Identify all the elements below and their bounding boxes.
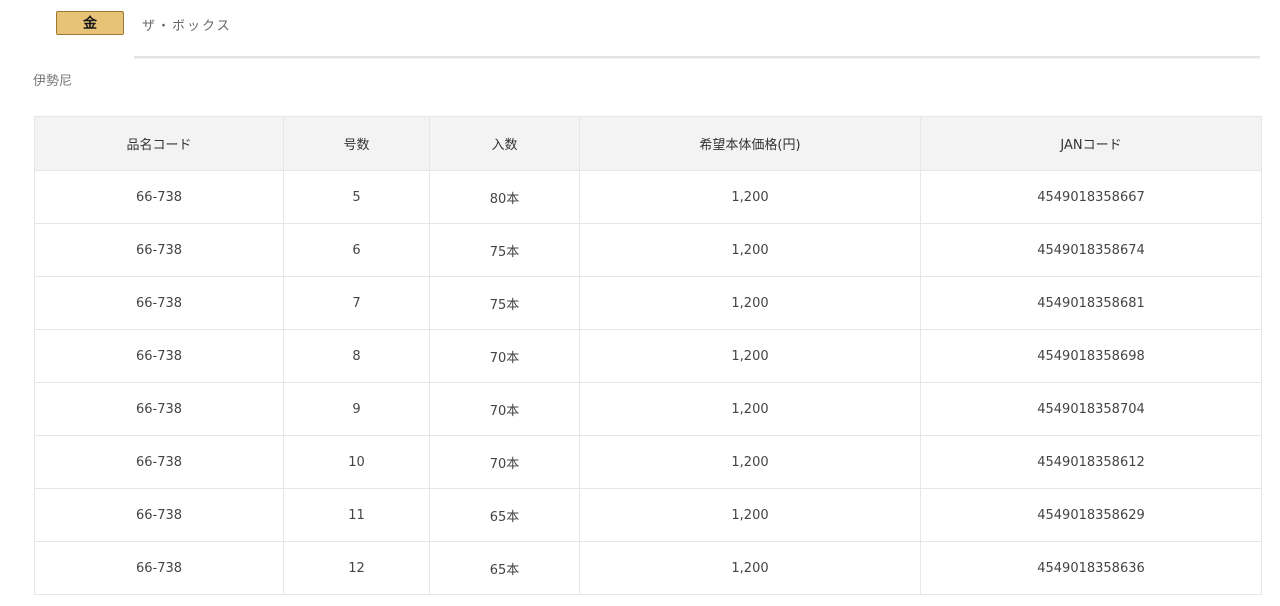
col-header-quantity: 入数 bbox=[429, 116, 580, 171]
cell-quantity: 70本 bbox=[429, 329, 580, 383]
table-row: 66-738 6 75本 1,200 4549018358674 bbox=[34, 223, 1262, 277]
product-name: ザ・ボックス bbox=[142, 19, 232, 34]
cell-jan-code: 4549018358667 bbox=[920, 170, 1262, 224]
product-spec-page: 金 ザ・ボックス 伊勢尼 品名コード 号数 入数 希望本体価格(円) JANコー… bbox=[0, 0, 1280, 606]
cell-jan-code: 4549018358681 bbox=[920, 276, 1262, 330]
cell-price: 1,200 bbox=[579, 276, 921, 330]
spec-table: 品名コード 号数 入数 希望本体価格(円) JANコード 66-738 5 80… bbox=[34, 116, 1262, 595]
cell-jan-code: 4549018358612 bbox=[920, 435, 1262, 489]
cell-price: 1,200 bbox=[579, 170, 921, 224]
cell-product-code: 66-738 bbox=[34, 223, 284, 277]
cell-quantity: 75本 bbox=[429, 276, 580, 330]
cell-size: 10 bbox=[283, 435, 430, 489]
table-header: 品名コード 号数 入数 希望本体価格(円) JANコード bbox=[34, 116, 1262, 171]
cell-quantity: 80本 bbox=[429, 170, 580, 224]
cell-product-code: 66-738 bbox=[34, 329, 284, 383]
cell-price: 1,200 bbox=[579, 541, 921, 595]
cell-size: 5 bbox=[283, 170, 430, 224]
cell-product-code: 66-738 bbox=[34, 541, 284, 595]
cell-jan-code: 4549018358698 bbox=[920, 329, 1262, 383]
col-header-price: 希望本体価格(円) bbox=[579, 116, 921, 171]
table-row: 66-738 9 70本 1,200 4549018358704 bbox=[34, 382, 1262, 436]
cell-product-code: 66-738 bbox=[34, 276, 284, 330]
cell-jan-code: 4549018358704 bbox=[920, 382, 1262, 436]
gold-badge: 金 bbox=[56, 11, 124, 35]
cell-size: 9 bbox=[283, 382, 430, 436]
cell-quantity: 70本 bbox=[429, 435, 580, 489]
table-header-row: 品名コード 号数 入数 希望本体価格(円) JANコード bbox=[34, 116, 1262, 171]
table-row: 66-738 10 70本 1,200 4549018358612 bbox=[34, 435, 1262, 489]
cell-jan-code: 4549018358674 bbox=[920, 223, 1262, 277]
table-row: 66-738 12 65本 1,200 4549018358636 bbox=[34, 541, 1262, 595]
cell-size: 7 bbox=[283, 276, 430, 330]
cell-jan-code: 4549018358629 bbox=[920, 488, 1262, 542]
cell-quantity: 65本 bbox=[429, 541, 580, 595]
col-header-jan-code: JANコード bbox=[920, 116, 1262, 171]
table-row: 66-738 11 65本 1,200 4549018358629 bbox=[34, 488, 1262, 542]
cell-price: 1,200 bbox=[579, 223, 921, 277]
col-header-product-code: 品名コード bbox=[34, 116, 284, 171]
cell-jan-code: 4549018358636 bbox=[920, 541, 1262, 595]
cell-product-code: 66-738 bbox=[34, 488, 284, 542]
cell-price: 1,200 bbox=[579, 435, 921, 489]
maker-label: 伊勢尼 bbox=[33, 74, 73, 89]
table-row: 66-738 5 80本 1,200 4549018358667 bbox=[34, 170, 1262, 224]
cell-size: 8 bbox=[283, 329, 430, 383]
cell-product-code: 66-738 bbox=[34, 170, 284, 224]
cell-quantity: 75本 bbox=[429, 223, 580, 277]
table-row: 66-738 8 70本 1,200 4549018358698 bbox=[34, 329, 1262, 383]
cell-quantity: 70本 bbox=[429, 382, 580, 436]
cell-price: 1,200 bbox=[579, 488, 921, 542]
cell-quantity: 65本 bbox=[429, 488, 580, 542]
header-divider bbox=[134, 56, 1260, 58]
cell-size: 11 bbox=[283, 488, 430, 542]
product-header: 金 ザ・ボックス bbox=[0, 0, 1280, 56]
cell-product-code: 66-738 bbox=[34, 435, 284, 489]
table-row: 66-738 7 75本 1,200 4549018358681 bbox=[34, 276, 1262, 330]
col-header-size: 号数 bbox=[283, 116, 430, 171]
cell-price: 1,200 bbox=[579, 382, 921, 436]
cell-price: 1,200 bbox=[579, 329, 921, 383]
cell-product-code: 66-738 bbox=[34, 382, 284, 436]
cell-size: 12 bbox=[283, 541, 430, 595]
cell-size: 6 bbox=[283, 223, 430, 277]
table-body: 66-738 5 80本 1,200 4549018358667 66-738 … bbox=[34, 170, 1262, 595]
